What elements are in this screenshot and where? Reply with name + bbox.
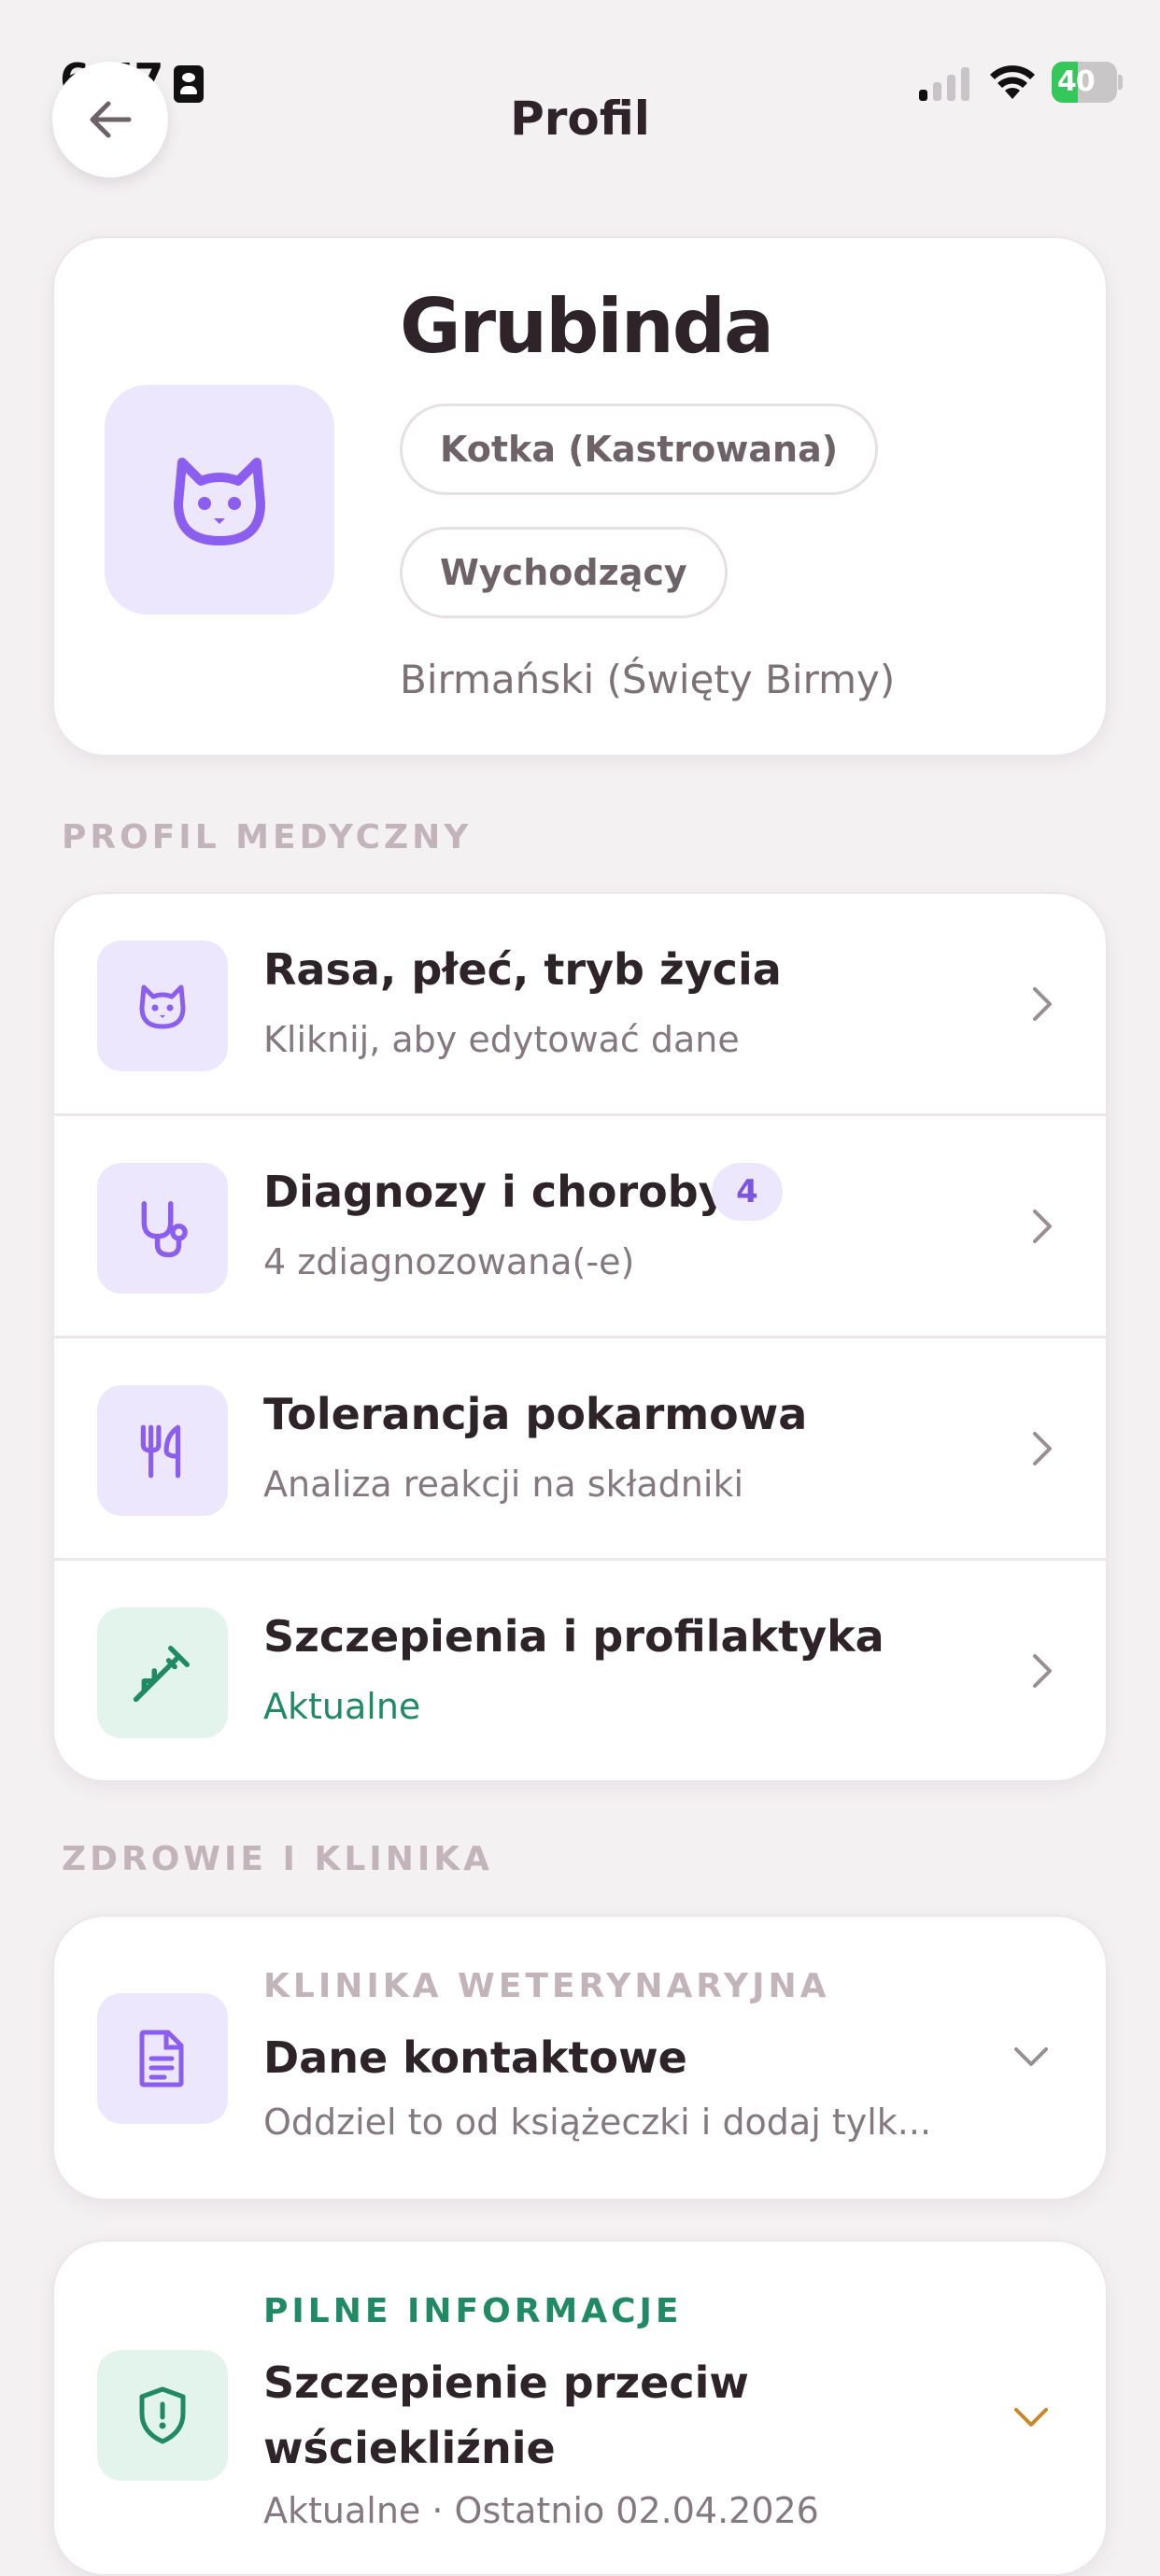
chevron-right-icon — [1033, 987, 1052, 1021]
row-title: Rasa, płeć, tryb życia — [263, 944, 782, 995]
document-icon — [97, 1993, 228, 2124]
arrow-left-icon — [90, 101, 132, 138]
row-title: Szczepienia i profilaktyka — [263, 1611, 884, 1662]
lifestyle-chip: Wychodzący — [400, 527, 728, 618]
stethoscope-icon — [97, 1163, 228, 1294]
sex-chip: Kotka (Kastrowana) — [400, 403, 879, 495]
row-title: Diagnozy i choroby — [263, 1167, 727, 1217]
row-subtitle: Kliknij, aby edytować dane — [263, 1019, 740, 1060]
urgent-title: Szczepienie przeciw wściekliźnie — [263, 2350, 749, 2481]
list-item-vaccinations[interactable]: Szczepienia i profilaktyka Aktualne — [54, 1561, 1106, 1780]
pet-avatar — [105, 385, 334, 615]
chevron-down-icon[interactable] — [1011, 2044, 1052, 2070]
list-item-food-tolerance[interactable]: Tolerancja pokarmowa Analiza reakcji na … — [54, 1338, 1106, 1561]
syringe-icon — [97, 1607, 228, 1738]
section-label-health: ZDROWIE I KLINIKA — [62, 1840, 493, 1878]
urgent-subtitle: Aktualne · Ostatnio 02.04.2026 — [263, 2490, 819, 2531]
clinic-eyebrow: KLINIKA WETERYNARYJNA — [263, 1967, 830, 2005]
pet-name: Grubinda — [400, 283, 774, 370]
clinic-subtitle: Oddziel to od książeczki i dodaj tylk... — [263, 2102, 932, 2143]
fork-knife-icon — [97, 1385, 228, 1516]
chevron-right-icon — [1033, 1432, 1052, 1465]
chevron-down-icon[interactable] — [1011, 2404, 1052, 2430]
pet-breed: Birmański (Święty Birmy) — [400, 657, 896, 702]
cat-icon — [97, 941, 228, 1071]
row-subtitle: 4 zdiagnozowana(-e) — [263, 1241, 635, 1282]
clinic-title: Dane kontaktowe — [263, 2032, 687, 2083]
row-title: Tolerancja pokarmowa — [263, 1389, 808, 1439]
chevron-right-icon — [1033, 1210, 1052, 1243]
chevron-right-icon — [1033, 1654, 1052, 1688]
clinic-contact-card[interactable]: KLINIKA WETERYNARYJNA Dane kontaktowe Od… — [52, 1915, 1108, 2201]
list-item-diagnoses[interactable]: Diagnozy i choroby 4 4 zdiagnozowana(-e) — [54, 1116, 1106, 1338]
diagnoses-count-badge: 4 — [712, 1163, 783, 1221]
list-item-breed-sex-lifestyle[interactable]: Rasa, płeć, tryb życia Kliknij, aby edyt… — [54, 894, 1106, 1116]
page-title: Profil — [510, 92, 650, 146]
urgent-title-line-1: Szczepienie przeciw — [263, 2357, 749, 2408]
cat-icon — [174, 458, 265, 545]
row-subtitle: Analiza reakcji na składniki — [263, 1464, 744, 1505]
urgent-info-card[interactable]: PILNE INFORMACJE Szczepienie przeciw wśc… — [52, 2240, 1108, 2576]
urgent-title-line-2: wściekliźnie — [263, 2423, 556, 2473]
section-label-medical: PROFIL MEDYCZNY — [62, 818, 473, 856]
medical-profile-list: Rasa, płeć, tryb życia Kliknij, aby edyt… — [52, 892, 1108, 1782]
vaccination-status: Aktualne — [263, 1686, 421, 1727]
urgent-eyebrow: PILNE INFORMACJE — [263, 2292, 683, 2330]
shield-alert-icon — [97, 2350, 228, 2481]
pet-profile-card[interactable]: Grubinda Kotka (Kastrowana) Wychodzący B… — [52, 236, 1108, 757]
back-button[interactable] — [52, 62, 168, 177]
